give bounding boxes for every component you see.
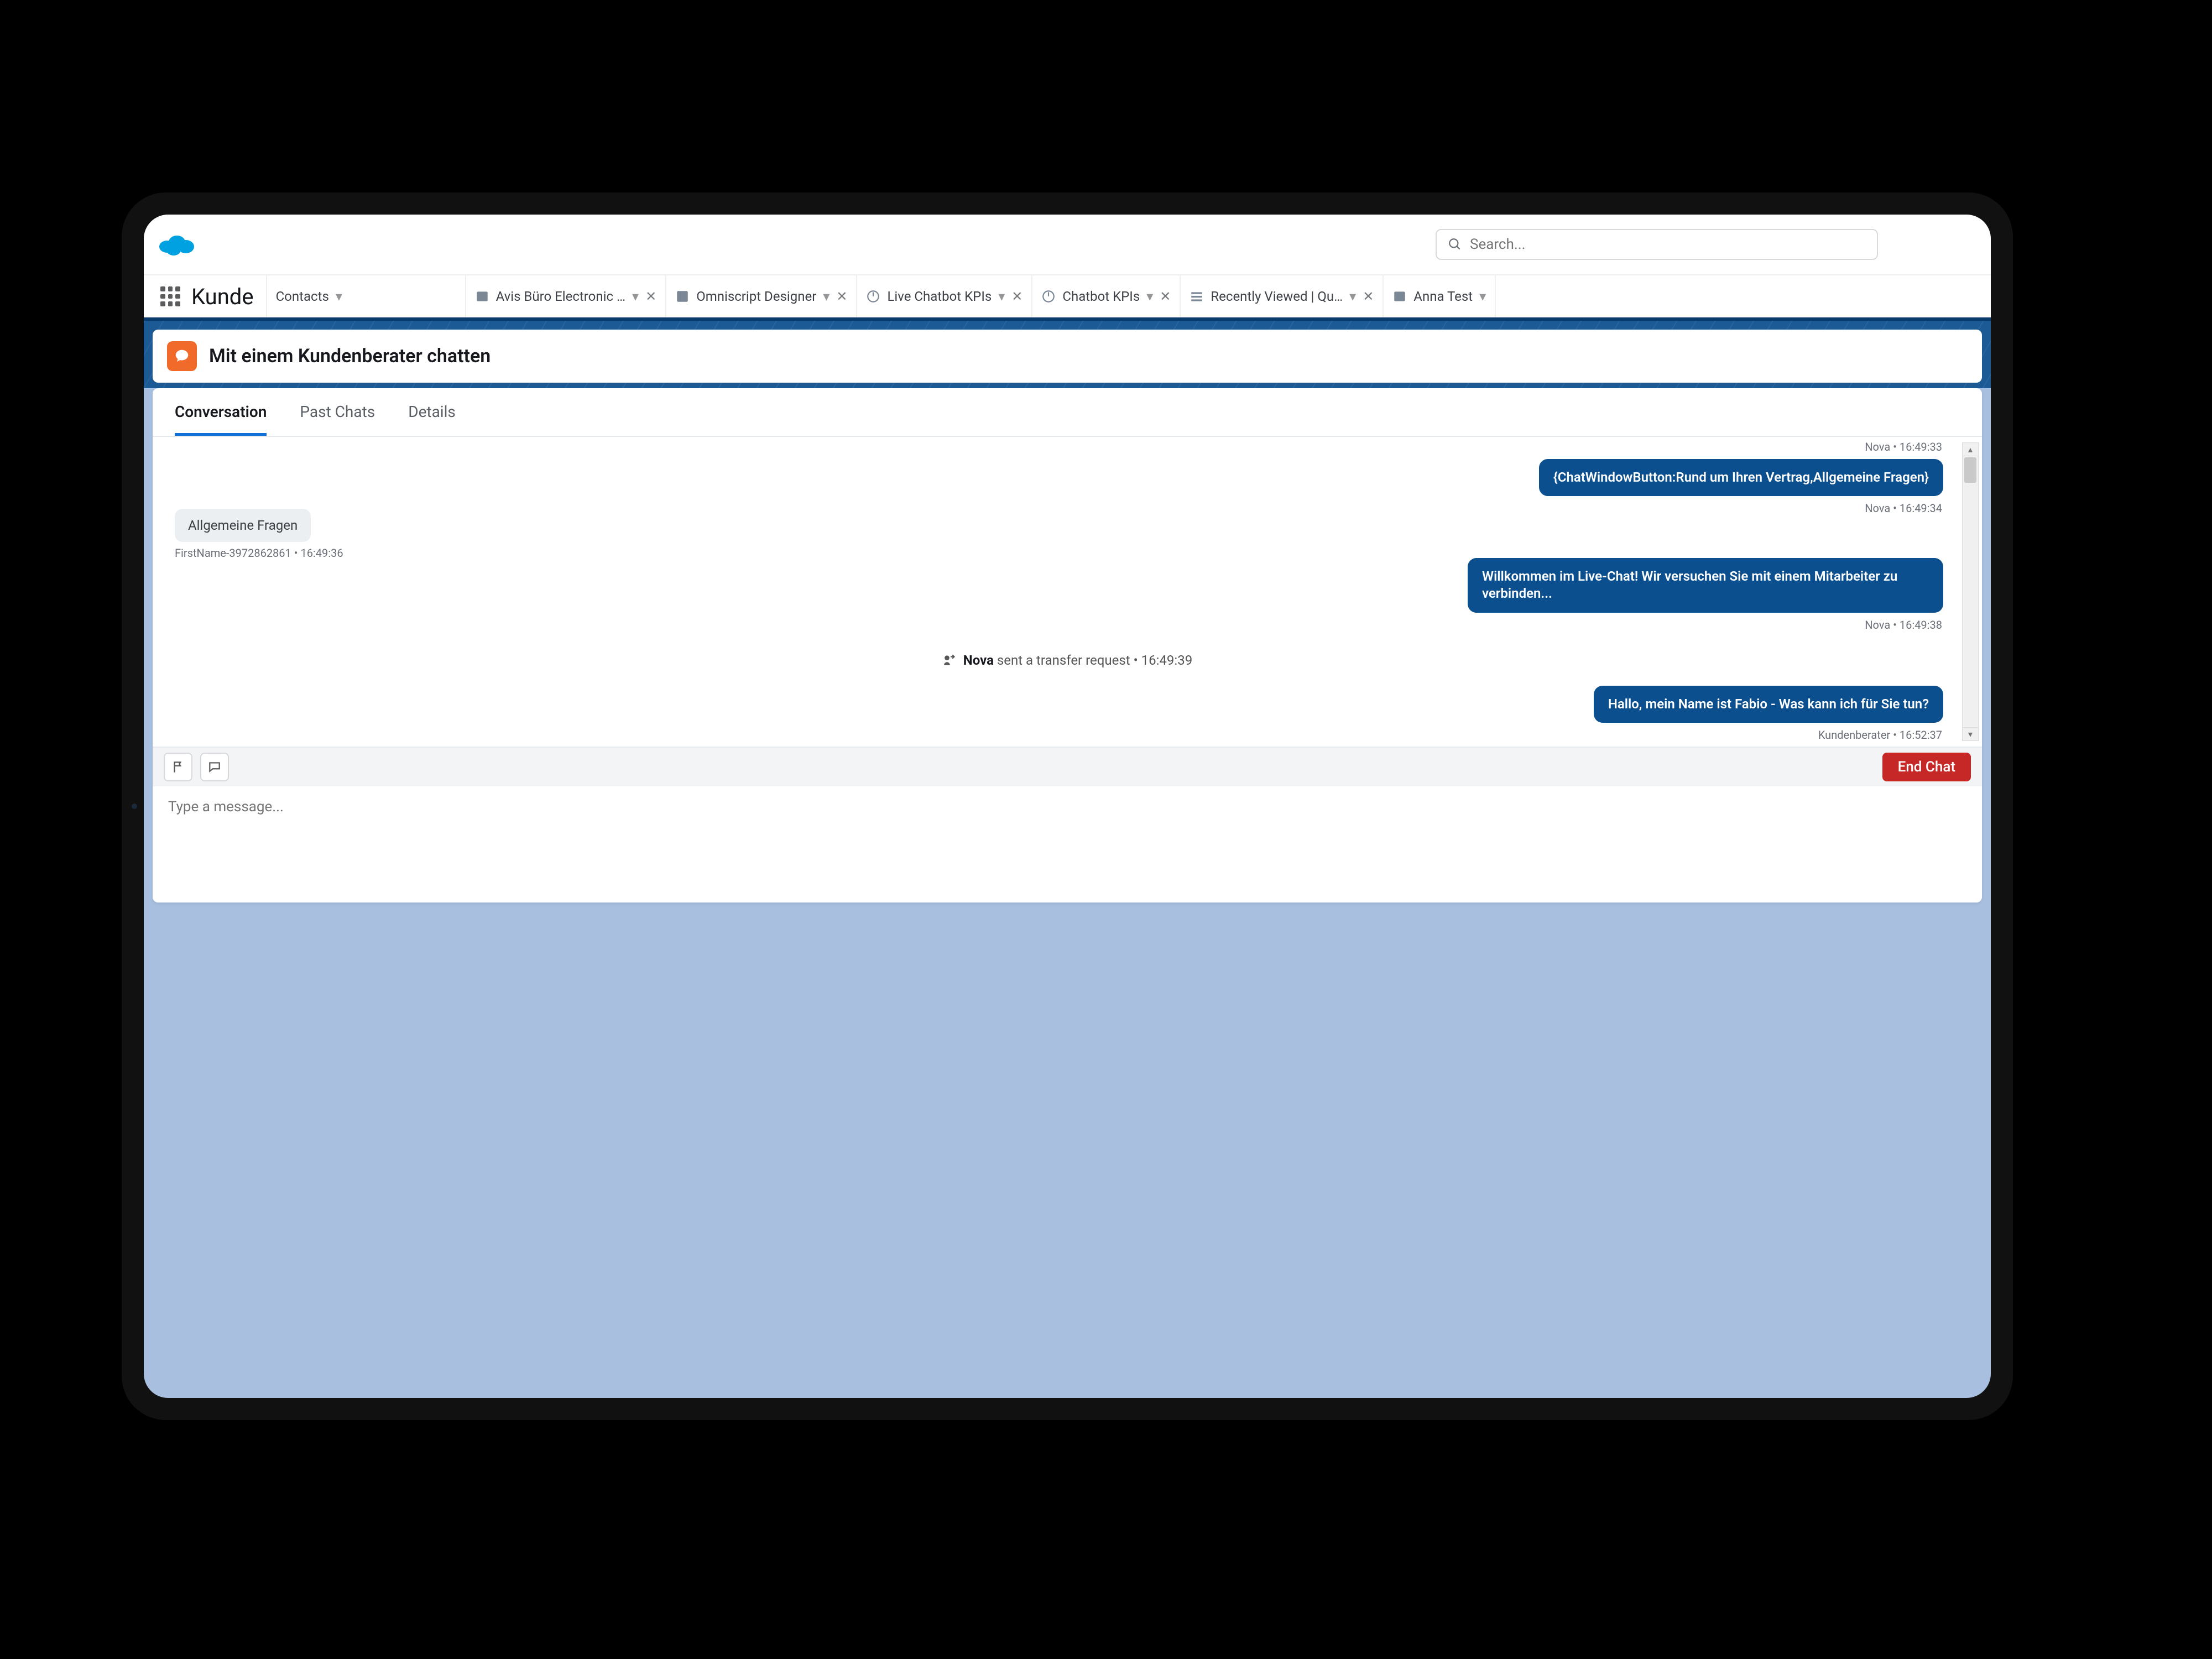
tab-conversation[interactable]: Conversation	[175, 403, 267, 436]
tab-label: Live Chatbot KPIs	[887, 289, 992, 304]
nav-tab-chatbot-kpis[interactable]: Chatbot KPIs ▾ ✕	[1032, 275, 1181, 317]
tab-past-chats[interactable]: Past Chats	[300, 403, 375, 436]
message-meta: Nova • 16:49:34	[1865, 502, 1943, 515]
end-chat-button[interactable]: End Chat	[1882, 753, 1971, 781]
page-header: Mit einem Kundenberater chatten	[153, 330, 1982, 383]
app-name: Kunde	[191, 284, 254, 310]
chat-icon	[167, 341, 197, 371]
tab-label: Anna Test	[1413, 289, 1473, 304]
chevron-down-icon[interactable]: ▾	[998, 289, 1005, 304]
nav-bar: Kunde Contacts ▾ Avis Büro Electronic … …	[144, 274, 1991, 317]
chevron-down-icon[interactable]: ▾	[1146, 289, 1153, 304]
close-icon[interactable]: ✕	[645, 289, 656, 304]
app-switcher[interactable]: Kunde	[144, 275, 267, 317]
close-icon[interactable]: ✕	[836, 289, 847, 304]
search-input[interactable]	[1470, 236, 1866, 253]
chevron-down-icon[interactable]: ▾	[632, 289, 639, 304]
page-title: Mit einem Kundenberater chatten	[209, 345, 491, 367]
quick-text-button[interactable]	[200, 753, 229, 781]
transfer-icon	[942, 653, 957, 667]
conversation-area: ▴ ▾ Nova • 16:49:33 {ChatWindowButton:Ru…	[153, 437, 1982, 747]
message-meta: Nova • 16:49:33	[1865, 440, 1943, 453]
dashboard-icon	[1041, 289, 1056, 304]
record-icon	[475, 289, 489, 304]
message-meta: FirstName-3972862861 • 16:49:36	[175, 546, 343, 560]
nav-tab-omniscript[interactable]: Omniscript Designer ▾ ✕	[666, 275, 857, 317]
tablet-frame: Kunde Contacts ▾ Avis Büro Electronic … …	[122, 192, 2013, 1420]
message-meta: Nova • 16:49:38	[1865, 618, 1943, 632]
tablet-camera	[132, 804, 137, 809]
system-actor: Nova	[963, 653, 994, 668]
message-meta: Kundenberater • 16:52:37	[1818, 728, 1943, 742]
tab-label: Avis Büro Electronic …	[496, 289, 625, 304]
tab-label: Contacts	[276, 289, 329, 304]
close-icon[interactable]: ✕	[1011, 289, 1022, 304]
empty-lower-area	[144, 911, 1991, 1398]
chat-panel: Conversation Past Chats Details ▴ ▾ Nova…	[153, 388, 1982, 902]
system-event: Nova sent a transfer request • 16:49:39	[942, 653, 1192, 668]
scroll-thumb[interactable]	[1964, 457, 1976, 483]
list-icon	[1190, 289, 1204, 304]
message-composer[interactable]	[153, 786, 1982, 902]
tab-label: Omniscript Designer	[696, 289, 816, 304]
app-icon	[675, 289, 690, 304]
system-time: 16:49:39	[1141, 653, 1193, 668]
nav-tab-contacts[interactable]: Contacts ▾	[267, 275, 466, 317]
global-header	[144, 215, 1991, 274]
agent-message: Willkommen im Live-Chat! Wir versuchen S…	[1468, 558, 1943, 612]
chat-subtabs: Conversation Past Chats Details	[153, 388, 1982, 437]
scroll-up-icon[interactable]: ▴	[1963, 443, 1978, 456]
global-search[interactable]	[1436, 229, 1878, 260]
customer-message: Allgemeine Fragen	[175, 509, 311, 542]
agent-message: Hallo, mein Name ist Fabio - Was kann ic…	[1594, 686, 1943, 723]
nav-tab-avis[interactable]: Avis Büro Electronic … ▾ ✕	[466, 275, 667, 317]
page-band: Mit einem Kundenberater chatten	[144, 317, 1991, 388]
close-icon[interactable]: ✕	[1363, 289, 1374, 304]
dashboard-icon	[866, 289, 880, 304]
chevron-down-icon[interactable]: ▾	[336, 289, 342, 304]
app-launcher-icon[interactable]	[160, 286, 180, 306]
nav-tab-live-kpis[interactable]: Live Chatbot KPIs ▾ ✕	[857, 275, 1032, 317]
agent-message: {ChatWindowButton:Rund um Ihren Vertrag,…	[1539, 459, 1943, 496]
search-icon	[1448, 237, 1462, 252]
raise-flag-button[interactable]	[164, 753, 192, 781]
scrollbar[interactable]: ▴ ▾	[1962, 442, 1979, 741]
tab-label: Recently Viewed | Qu…	[1211, 289, 1343, 304]
composer-toolbar: End Chat	[153, 747, 1982, 786]
chevron-down-icon[interactable]: ▾	[1479, 289, 1486, 304]
salesforce-logo	[157, 231, 197, 258]
tab-label: Chatbot KPIs	[1062, 289, 1140, 304]
nav-tab-anna-test[interactable]: Anna Test ▾	[1384, 275, 1496, 317]
message-input[interactable]	[168, 799, 1966, 890]
tab-details[interactable]: Details	[408, 403, 456, 436]
contact-icon	[1392, 289, 1407, 304]
chevron-down-icon[interactable]: ▾	[823, 289, 830, 304]
close-icon[interactable]: ✕	[1160, 289, 1171, 304]
chevron-down-icon[interactable]: ▾	[1349, 289, 1356, 304]
scroll-down-icon[interactable]: ▾	[1963, 727, 1978, 740]
system-text: sent a transfer request	[997, 653, 1130, 668]
nav-tab-recently-viewed[interactable]: Recently Viewed | Qu… ▾ ✕	[1181, 275, 1384, 317]
